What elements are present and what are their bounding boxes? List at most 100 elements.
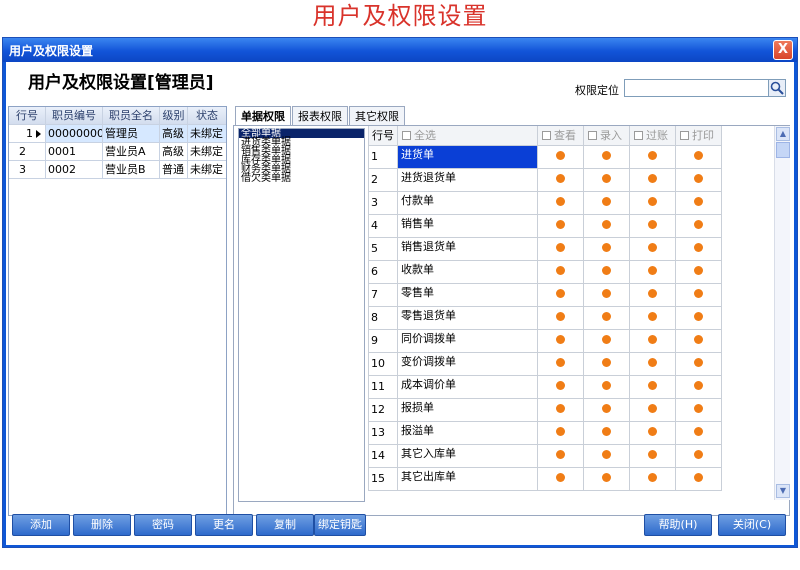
column-header-staff-code[interactable]: 职员编号 [46, 107, 103, 124]
rename-button[interactable]: 更名 [195, 514, 253, 536]
post-all-checkbox[interactable] [634, 131, 643, 140]
view-permission-cell[interactable] [538, 399, 584, 422]
table-row[interactable]: 3 付款单 [368, 192, 772, 215]
column-header-level[interactable]: 级别 [160, 107, 188, 124]
bill-type-name[interactable]: 报损单 [398, 399, 538, 422]
table-row[interactable]: 3 0002 营业员B 普通 未绑定 [9, 161, 226, 179]
post-permission-cell[interactable] [630, 353, 676, 376]
column-header-status[interactable]: 状态 [188, 107, 226, 124]
bill-type-name[interactable]: 报溢单 [398, 422, 538, 445]
table-row[interactable]: 1 进货单 [368, 146, 772, 169]
table-row[interactable]: 2 0001 营业员A 高级 未绑定 [9, 143, 226, 161]
bill-type-name[interactable]: 收款单 [398, 261, 538, 284]
view-permission-cell[interactable] [538, 146, 584, 169]
entry-permission-cell[interactable] [584, 192, 630, 215]
post-permission-cell[interactable] [630, 215, 676, 238]
print-permission-cell[interactable] [676, 146, 722, 169]
post-permission-cell[interactable] [630, 330, 676, 353]
post-permission-cell[interactable] [630, 238, 676, 261]
print-permission-cell[interactable] [676, 468, 722, 491]
post-permission-cell[interactable] [630, 376, 676, 399]
copy-button[interactable]: 复制 [256, 514, 314, 536]
entry-permission-cell[interactable] [584, 422, 630, 445]
entry-permission-cell[interactable] [584, 169, 630, 192]
entry-permission-cell[interactable] [584, 215, 630, 238]
entry-permission-cell[interactable] [584, 376, 630, 399]
scroll-up-button[interactable]: ▲ [776, 127, 790, 141]
column-header-row-number[interactable]: 行号 [9, 107, 46, 124]
tab-report-permissions[interactable]: 报表权限 [292, 106, 348, 126]
table-row[interactable]: 11 成本调价单 [368, 376, 772, 399]
entry-all-checkbox[interactable] [588, 131, 597, 140]
bill-type-name[interactable]: 付款单 [398, 192, 538, 215]
table-row[interactable]: 14 其它入库单 [368, 445, 772, 468]
table-row[interactable]: 7 零售单 [368, 284, 772, 307]
scroll-down-button[interactable]: ▼ [776, 484, 790, 498]
table-row[interactable]: 5 销售退货单 [368, 238, 772, 261]
post-permission-cell[interactable] [630, 169, 676, 192]
entry-permission-cell[interactable] [584, 307, 630, 330]
view-permission-cell[interactable] [538, 468, 584, 491]
permission-grid-scrollbar[interactable]: ▲ ▼ [774, 126, 790, 500]
bill-type-name[interactable]: 其它出库单 [398, 468, 538, 491]
post-permission-cell[interactable] [630, 307, 676, 330]
tab-other-permissions[interactable]: 其它权限 [349, 106, 405, 126]
tab-bill-permissions[interactable]: 单据权限 [235, 106, 291, 127]
print-permission-cell[interactable] [676, 307, 722, 330]
view-permission-cell[interactable] [538, 169, 584, 192]
print-permission-cell[interactable] [676, 445, 722, 468]
print-permission-cell[interactable] [676, 330, 722, 353]
entry-permission-cell[interactable] [584, 146, 630, 169]
table-row[interactable]: 4 销售单 [368, 215, 772, 238]
bill-type-name[interactable]: 进货退货单 [398, 169, 538, 192]
view-permission-cell[interactable] [538, 422, 584, 445]
bill-type-name[interactable]: 成本调价单 [398, 376, 538, 399]
permission-locate-input[interactable] [624, 79, 772, 97]
print-permission-cell[interactable] [676, 399, 722, 422]
post-permission-cell[interactable] [630, 399, 676, 422]
view-permission-cell[interactable] [538, 261, 584, 284]
view-all-checkbox[interactable] [542, 131, 551, 140]
entry-permission-cell[interactable] [584, 468, 630, 491]
print-permission-cell[interactable] [676, 192, 722, 215]
view-permission-cell[interactable] [538, 215, 584, 238]
view-permission-cell[interactable] [538, 238, 584, 261]
print-permission-cell[interactable] [676, 261, 722, 284]
table-row[interactable]: 1 000000000 管理员 高级 未绑定 [9, 125, 226, 143]
bind-key-button[interactable]: 绑定钥匙 [314, 514, 366, 536]
entry-permission-cell[interactable] [584, 284, 630, 307]
bill-type-name[interactable]: 其它入库单 [398, 445, 538, 468]
bill-type-name[interactable]: 销售退货单 [398, 238, 538, 261]
print-permission-cell[interactable] [676, 169, 722, 192]
entry-permission-cell[interactable] [584, 330, 630, 353]
delete-button[interactable]: 删除 [73, 514, 131, 536]
close-button[interactable]: 关闭(C) [718, 514, 786, 536]
bill-type-name[interactable]: 销售单 [398, 215, 538, 238]
bill-type-name[interactable]: 零售单 [398, 284, 538, 307]
table-row[interactable]: 15 其它出库单 [368, 468, 772, 491]
table-row[interactable]: 12 报损单 [368, 399, 772, 422]
select-all-checkbox[interactable] [402, 131, 411, 140]
bill-type-name[interactable]: 同价调拨单 [398, 330, 538, 353]
view-permission-cell[interactable] [538, 376, 584, 399]
help-button[interactable]: 帮助(H) [644, 514, 712, 536]
view-permission-cell[interactable] [538, 192, 584, 215]
view-permission-cell[interactable] [538, 307, 584, 330]
close-window-button[interactable]: X [773, 40, 793, 60]
print-all-checkbox[interactable] [680, 131, 689, 140]
post-permission-cell[interactable] [630, 192, 676, 215]
permission-locate-search-button[interactable] [768, 79, 786, 97]
table-row[interactable]: 9 同价调拨单 [368, 330, 772, 353]
view-permission-cell[interactable] [538, 330, 584, 353]
print-permission-cell[interactable] [676, 215, 722, 238]
add-button[interactable]: 添加 [12, 514, 70, 536]
entry-permission-cell[interactable] [584, 238, 630, 261]
entry-permission-cell[interactable] [584, 261, 630, 284]
bill-type-name[interactable]: 进货单 [398, 146, 538, 169]
post-permission-cell[interactable] [630, 261, 676, 284]
print-permission-cell[interactable] [676, 238, 722, 261]
post-permission-cell[interactable] [630, 445, 676, 468]
post-permission-cell[interactable] [630, 422, 676, 445]
view-permission-cell[interactable] [538, 284, 584, 307]
view-permission-cell[interactable] [538, 353, 584, 376]
